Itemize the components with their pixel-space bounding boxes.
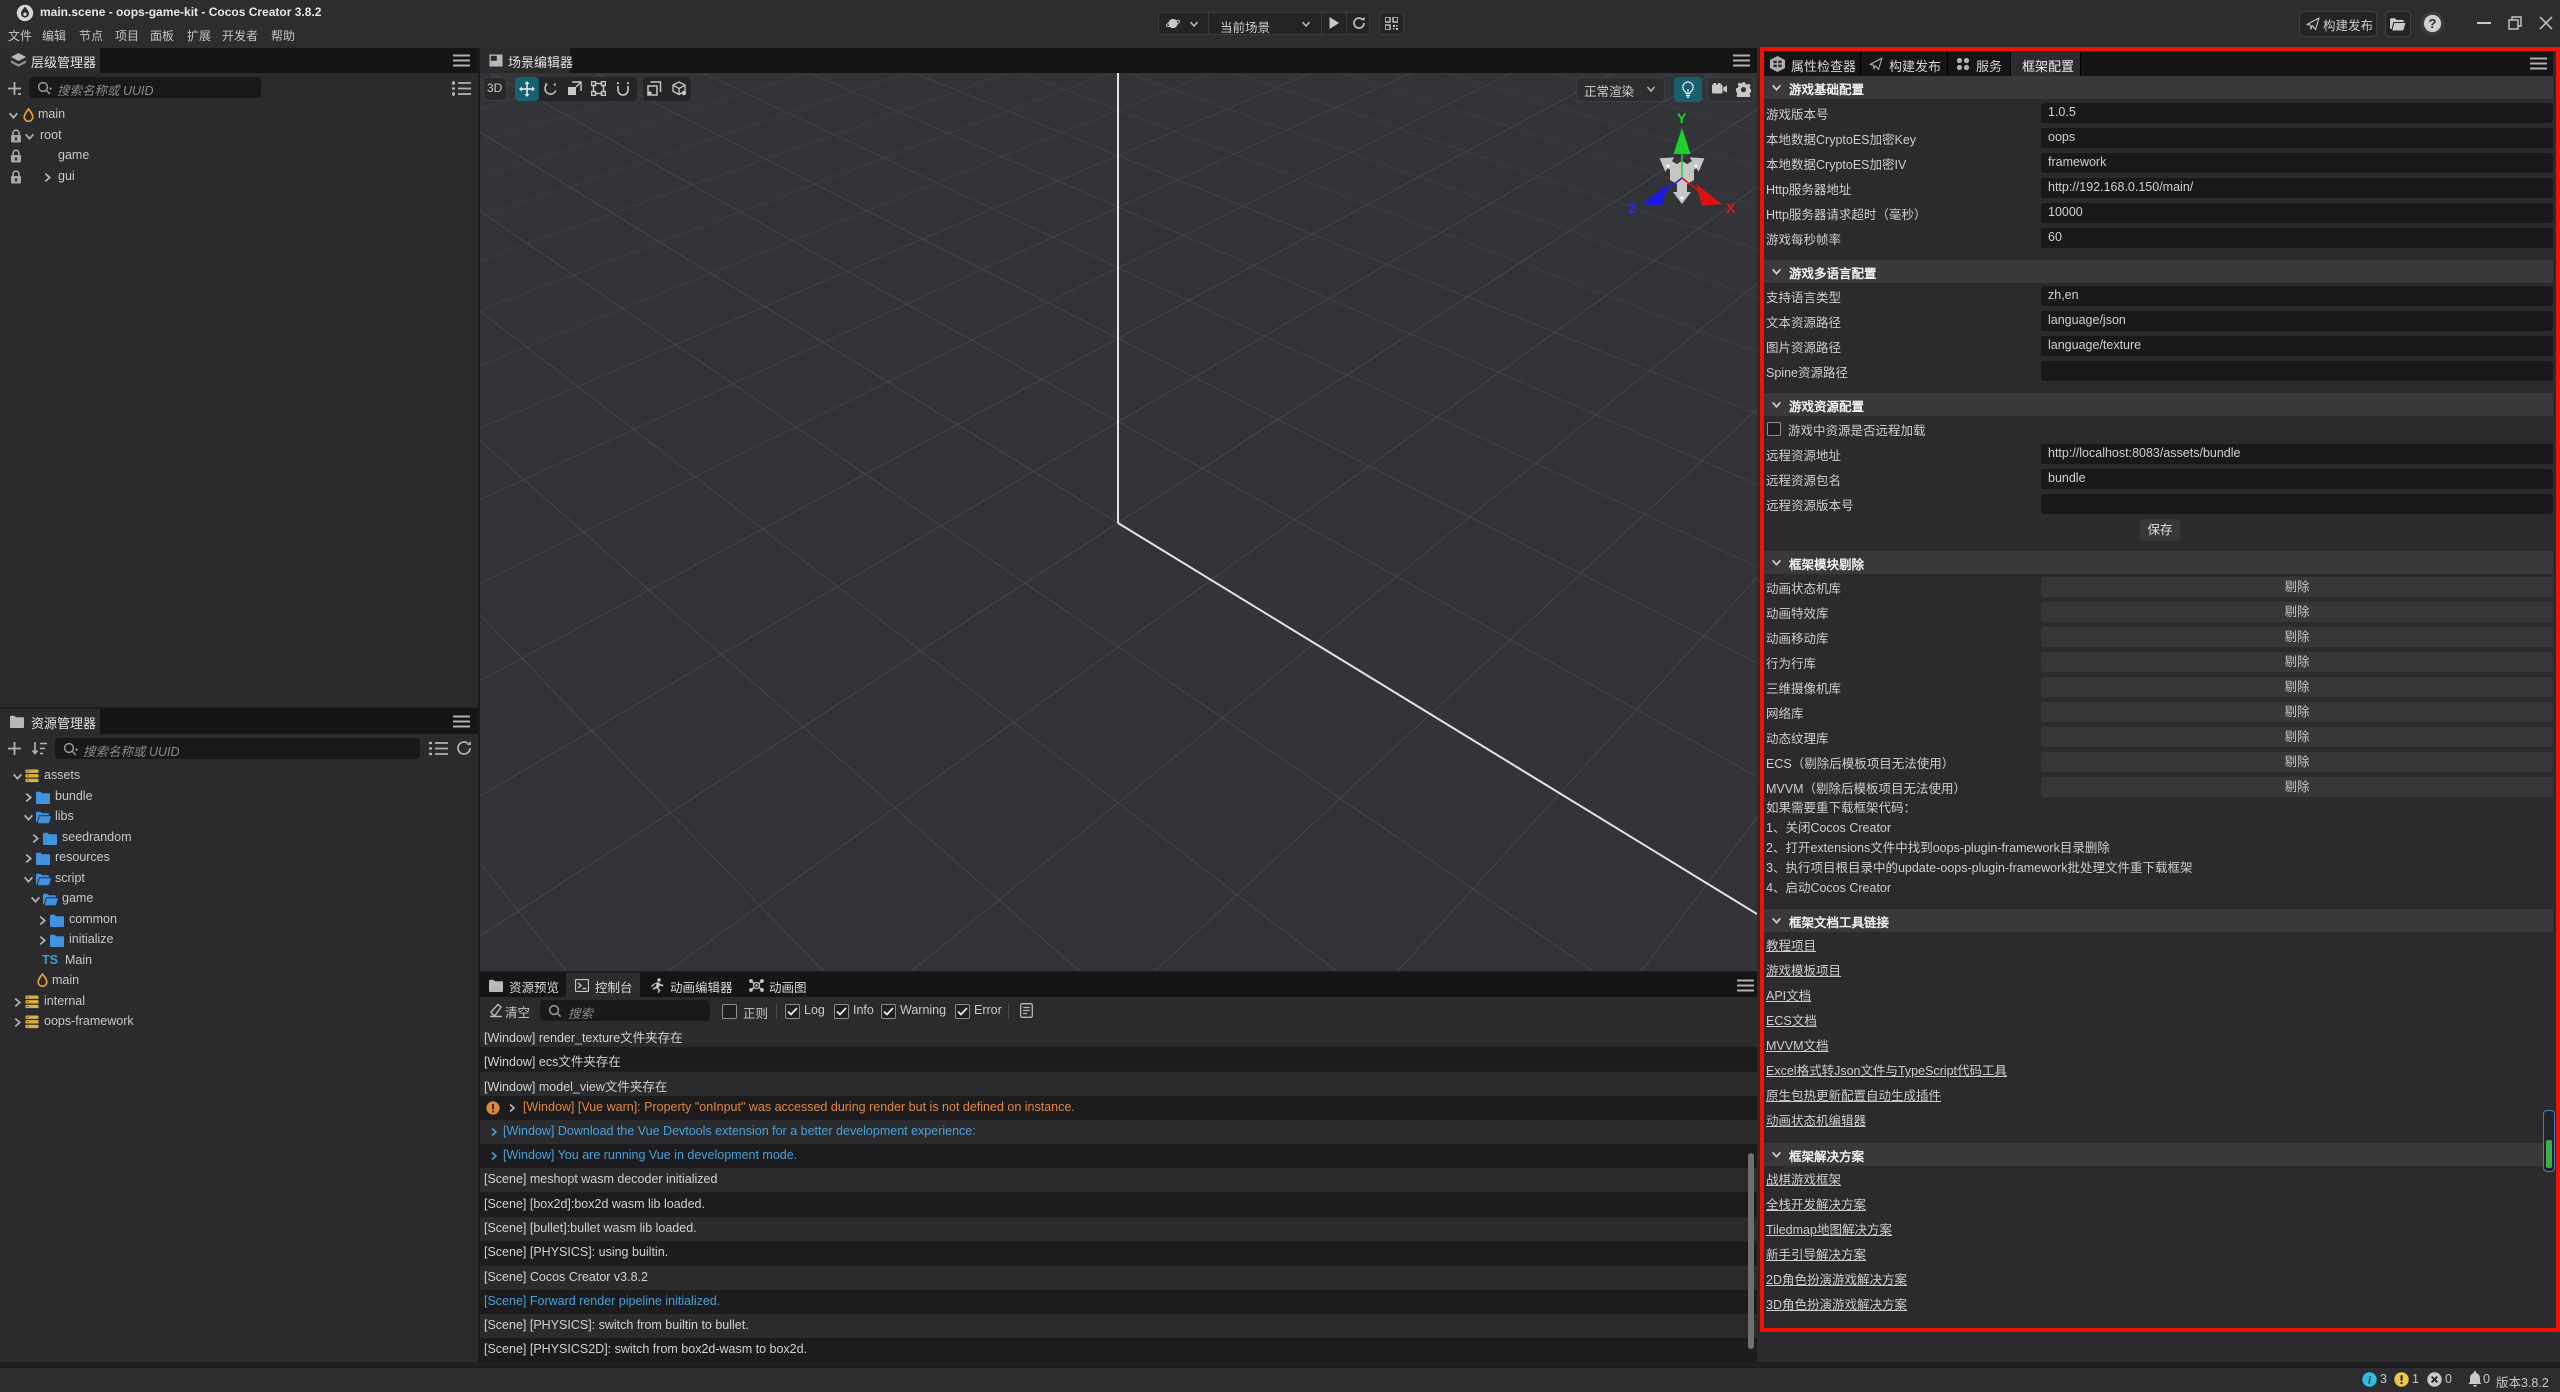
svg-text:?: ? [2429, 16, 2437, 31]
svg-text:Z: Z [1628, 200, 1637, 216]
svg-text:X: X [1726, 200, 1736, 216]
svg-text:Y: Y [1677, 110, 1687, 126]
